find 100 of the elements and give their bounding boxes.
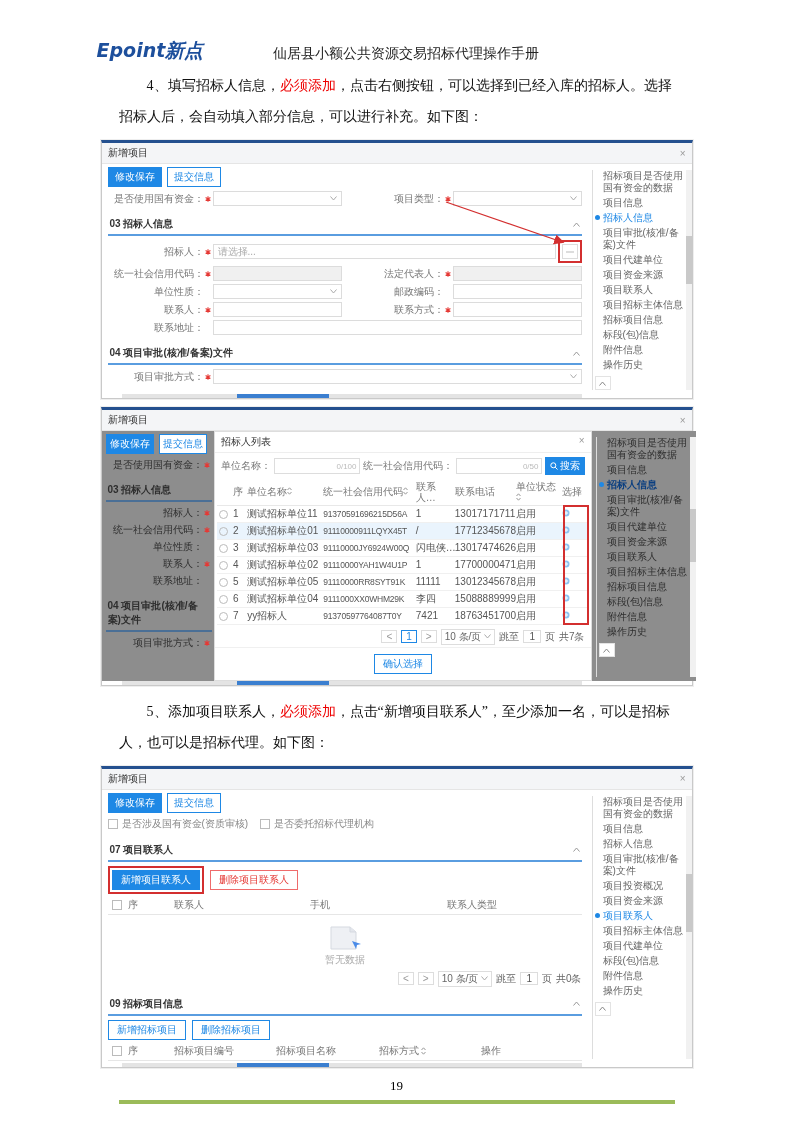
- next-page-button[interactable]: >: [417, 972, 434, 985]
- collapse-icon[interactable]: [572, 221, 580, 227]
- nav-item[interactable]: 项目联系人: [598, 551, 687, 563]
- toolbar-button[interactable]: 修改保存: [107, 792, 162, 813]
- search-button[interactable]: 搜索: [544, 457, 585, 475]
- select-field[interactable]: [212, 284, 342, 299]
- nav-item[interactable]: 项目资金来源: [598, 536, 687, 548]
- nav-item[interactable]: 项目信息: [594, 822, 683, 835]
- nav-item[interactable]: 标段(包)信息: [598, 596, 687, 608]
- nav-item[interactable]: 项目招标主体信息: [598, 566, 687, 578]
- nav-item[interactable]: 项目资金来源: [594, 894, 683, 907]
- nav-item[interactable]: 项目代建单位: [594, 939, 683, 952]
- toolbar-button[interactable]: 修改保存: [105, 434, 154, 454]
- scrollbar[interactable]: [121, 394, 582, 398]
- checkbox[interactable]: [107, 818, 118, 829]
- field-label: 是否使用国有资金：: [111, 458, 203, 472]
- nav-item[interactable]: 招标项目信息: [598, 581, 687, 593]
- collapse-icon[interactable]: [572, 847, 580, 852]
- toolbar-button[interactable]: 提交信息: [166, 792, 221, 813]
- nav-item[interactable]: 操作历史: [598, 626, 687, 638]
- scrollbar[interactable]: [685, 170, 692, 390]
- nav-item[interactable]: 招标人信息: [594, 837, 683, 850]
- scrollbar[interactable]: [121, 680, 582, 685]
- section-title: 03 招标人信息: [109, 217, 174, 231]
- previous-page-button[interactable]: <: [398, 972, 414, 985]
- page-size-select[interactable]: 10 条/页: [437, 970, 493, 987]
- close-button[interactable]: ×: [679, 414, 686, 426]
- column-header: 选择: [561, 486, 582, 498]
- table-row[interactable]: 5 测试招标单位05 91110000RR8SYT91K 11111 13012345678启用: [216, 573, 589, 590]
- nav-item[interactable]: 招标人信息: [594, 212, 683, 224]
- nav-item[interactable]: 项目招标主体信息: [594, 924, 683, 937]
- field-label: 联系方式：: [392, 302, 444, 317]
- close-button[interactable]: ×: [679, 147, 686, 159]
- input-field[interactable]: [452, 284, 582, 299]
- nav-item[interactable]: 项目审批(核准/备案)文件: [594, 852, 683, 877]
- select-field[interactable]: [212, 369, 582, 384]
- scroll-up-button[interactable]: [598, 643, 615, 657]
- toolbar-button[interactable]: 修改保存: [107, 167, 162, 187]
- nav-item[interactable]: 项目联系人: [594, 284, 683, 296]
- page-jump-field[interactable]: 1: [523, 630, 541, 643]
- next-page-button[interactable]: >: [420, 630, 437, 643]
- nav-item[interactable]: 项目信息: [598, 464, 687, 476]
- table-row[interactable]: 6 测试招标单位04 9111000XX0WHM29K 李四 15088889999启用: [216, 590, 589, 607]
- action-button[interactable]: 新增招标项目: [107, 1019, 186, 1040]
- nav-item[interactable]: 招标项目是否使用国有资金的数据: [594, 170, 683, 194]
- scroll-up-button[interactable]: [594, 376, 611, 390]
- collapse-icon[interactable]: [572, 350, 580, 356]
- previous-page-button[interactable]: <: [381, 630, 398, 643]
- page-jump-field[interactable]: 1: [520, 972, 538, 985]
- nav-item[interactable]: 项目审批(核准/备案)文件: [594, 227, 683, 251]
- table-row[interactable]: 3 测试招标单位03 91110000JY6924W00Q 闪电侠…13017474626启用: [216, 539, 589, 556]
- nav-item[interactable]: 附件信息: [594, 969, 683, 982]
- page-size-select[interactable]: 10 条/页: [440, 628, 496, 645]
- nav-item[interactable]: 操作历史: [594, 984, 683, 997]
- nav-item[interactable]: 项目联系人: [594, 909, 683, 922]
- nav-item[interactable]: 项目审批(核准/备案)文件: [598, 494, 687, 518]
- page-button[interactable]: 1: [401, 630, 417, 643]
- scrollbar[interactable]: [121, 1062, 582, 1067]
- nav-item[interactable]: 招标人信息: [598, 479, 687, 491]
- input-field[interactable]: [212, 320, 582, 335]
- collapse-icon[interactable]: [572, 1001, 580, 1006]
- nav-item[interactable]: 标段(包)信息: [594, 954, 683, 967]
- section-title: 07 项目联系人: [109, 842, 174, 857]
- checkbox[interactable]: [111, 899, 122, 910]
- nav-item[interactable]: 标段(包)信息: [594, 329, 683, 341]
- nav-item[interactable]: 项目资金来源: [594, 269, 683, 281]
- table-row[interactable]: 1 测试招标单位11 91370591696215D56A 1 13017171711启用: [216, 505, 589, 522]
- input-field[interactable]: [452, 302, 582, 317]
- close-button[interactable]: ×: [578, 435, 585, 449]
- checkbox[interactable]: [260, 818, 271, 829]
- table-row[interactable]: 4 测试招标单位02 91110000YAH1W4U1P 1 17700000471启用: [216, 556, 589, 573]
- nav-item[interactable]: 操作历史: [594, 359, 683, 371]
- action-button[interactable]: 删除项目联系人: [209, 869, 298, 890]
- input-field[interactable]: [212, 302, 342, 317]
- scroll-up-button[interactable]: [594, 1001, 611, 1016]
- nav-item[interactable]: 项目信息: [594, 197, 683, 209]
- select-field[interactable]: [452, 191, 582, 206]
- nav-item[interactable]: 项目招标主体信息: [594, 299, 683, 311]
- nav-item[interactable]: 项目投资概况: [594, 879, 683, 892]
- action-button[interactable]: 新增项目联系人: [111, 869, 200, 890]
- action-button[interactable]: 删除招标项目: [191, 1019, 270, 1040]
- nav-item[interactable]: 项目代建单位: [598, 521, 687, 533]
- close-button[interactable]: ×: [679, 773, 686, 784]
- nav-item[interactable]: 附件信息: [598, 611, 687, 623]
- scrollbar[interactable]: [685, 795, 692, 1059]
- scrollbar[interactable]: [689, 437, 696, 677]
- confirm-button[interactable]: 确认选择: [373, 653, 432, 674]
- nav-item[interactable]: 招标项目信息: [594, 314, 683, 326]
- toolbar-button[interactable]: 提交信息: [166, 167, 221, 187]
- toolbar-button[interactable]: 提交信息: [158, 434, 207, 454]
- table-row[interactable]: 7 yy招标人 91370597764087T0Y 7421 18763451700启用: [216, 607, 589, 624]
- checkbox[interactable]: [111, 1045, 122, 1056]
- input-field[interactable]: 请选择...: [212, 244, 556, 259]
- nav-item[interactable]: 招标项目是否使用国有资金的数据: [594, 795, 683, 820]
- nav-item[interactable]: 项目代建单位: [594, 254, 683, 266]
- nav-item[interactable]: 招标项目是否使用国有资金的数据: [598, 437, 687, 461]
- select-field[interactable]: [212, 191, 342, 206]
- table-cell: 7421: [415, 610, 438, 621]
- nav-item[interactable]: 附件信息: [594, 344, 683, 356]
- column-header: 单位名称: [247, 486, 293, 498]
